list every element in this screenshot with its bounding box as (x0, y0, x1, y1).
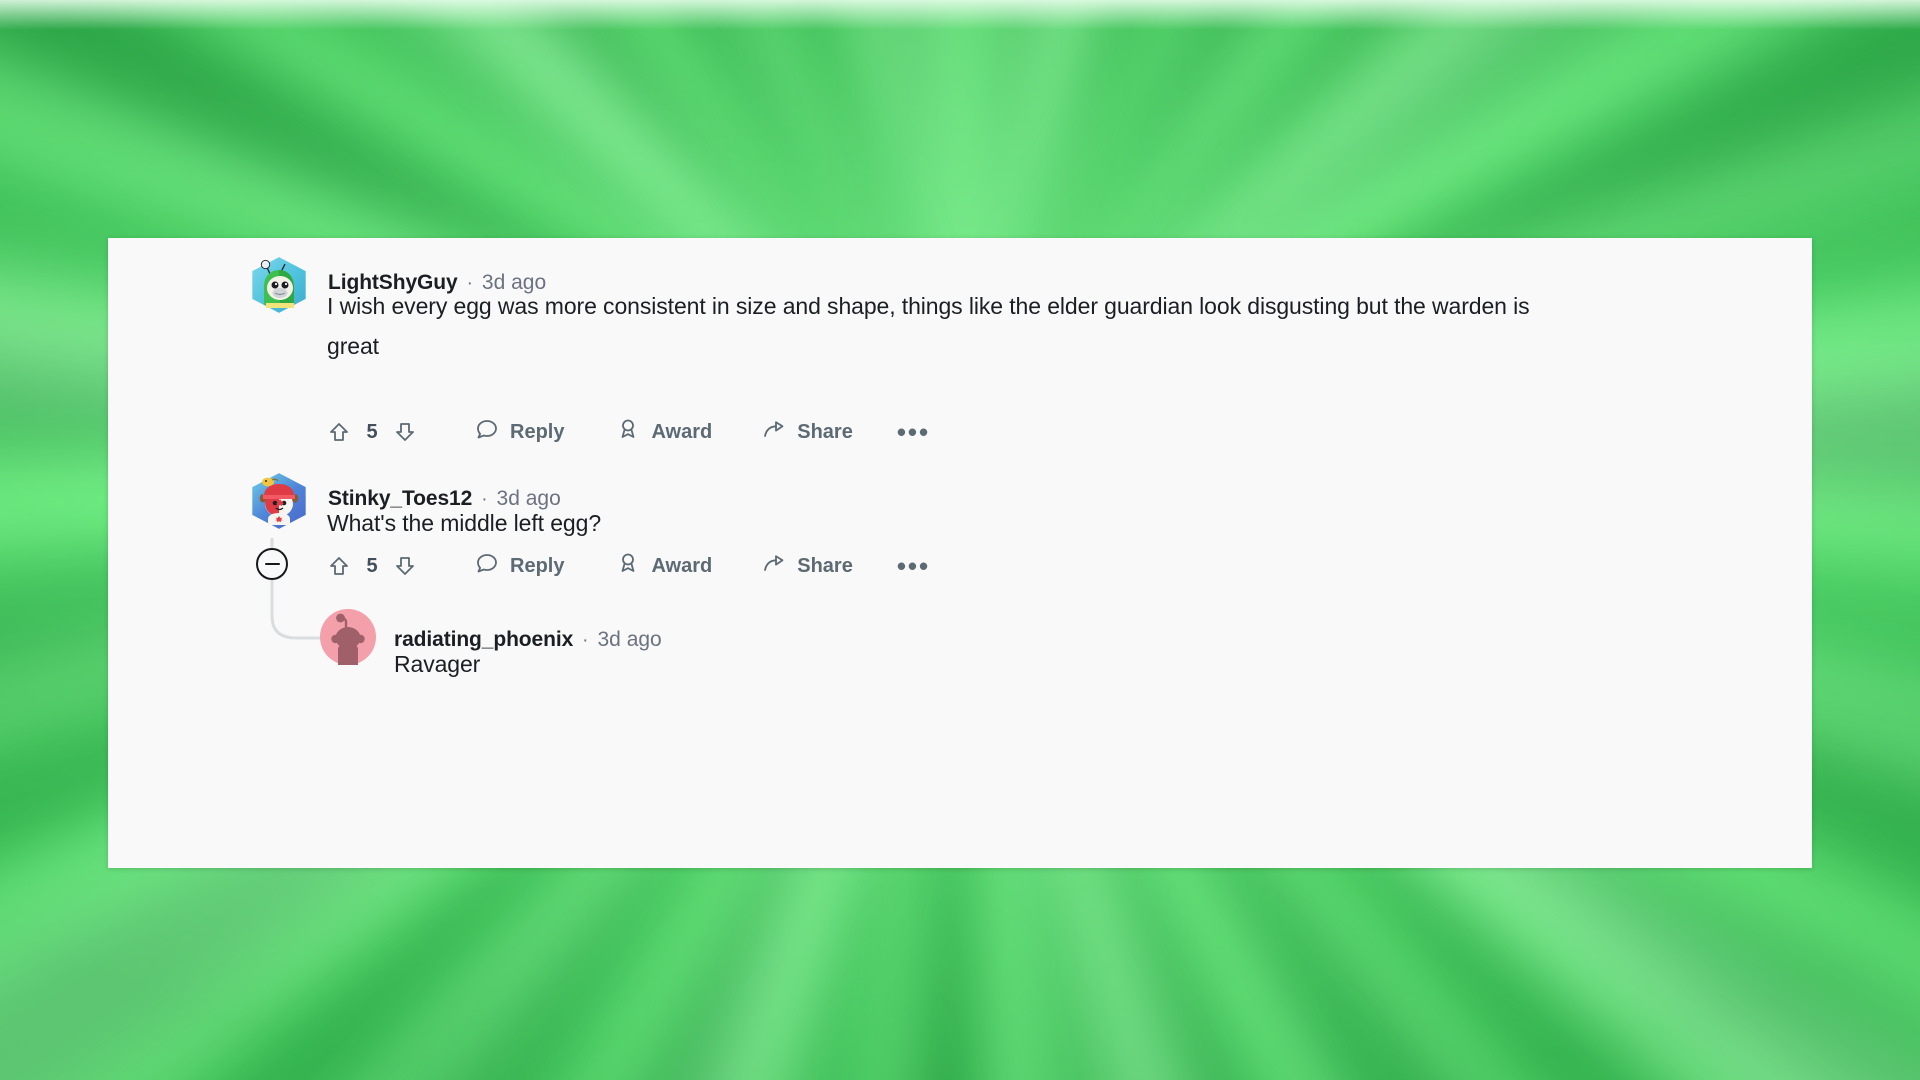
vote-score: 5 (366, 420, 378, 443)
share-arrow-icon (762, 417, 786, 447)
more-options-button[interactable]: ••• (897, 419, 930, 445)
avatar-lightshyguy[interactable] (250, 256, 308, 314)
background-top-fade (0, 0, 1920, 30)
minus-icon (264, 562, 280, 566)
upvote-icon[interactable] (327, 554, 351, 578)
reply-label: Reply (510, 554, 565, 577)
comment-body-radiating-phoenix: Ravager (394, 651, 481, 677)
upvote-icon[interactable] (327, 420, 351, 444)
award-label: Award (651, 420, 713, 443)
share-button[interactable]: Share (762, 551, 853, 581)
vote-score: 5 (366, 554, 378, 577)
downvote-icon[interactable] (393, 420, 417, 444)
share-label: Share (797, 420, 853, 443)
award-button[interactable]: Award (616, 417, 712, 447)
vote-group: 5 (327, 420, 417, 444)
share-label: Share (797, 554, 853, 577)
comment-thread-card: LightShyGuy · 3d ago I wish every egg wa… (108, 238, 1812, 868)
reply-button[interactable]: Reply (475, 551, 564, 581)
vote-group: 5 (327, 554, 417, 578)
comment-body-lightshyguy: I wish every egg was more consistent in … (327, 293, 1530, 359)
award-ribbon-icon (616, 551, 640, 581)
reply-button[interactable]: Reply (475, 417, 564, 447)
more-options-button[interactable]: ••• (897, 553, 930, 579)
share-button[interactable]: Share (762, 417, 853, 447)
award-label: Award (651, 554, 713, 577)
downvote-icon[interactable] (393, 554, 417, 578)
award-button[interactable]: Award (616, 551, 712, 581)
avatar-radiating-phoenix[interactable] (320, 609, 376, 665)
collapse-thread-button[interactable] (256, 548, 288, 580)
comment-body-stinky-toes12: What's the middle left egg? (327, 510, 602, 536)
comment-actions-stinky-toes12: 5 Reply Award Share ••• (327, 548, 930, 584)
share-arrow-icon (762, 551, 786, 581)
comment-bubble-icon (475, 551, 499, 581)
comment-bubble-icon (475, 417, 499, 447)
avatar-stinky-toes12[interactable] (250, 472, 308, 530)
reply-label: Reply (510, 420, 565, 443)
comment-actions-lightshyguy: 5 Reply Award Share ••• (327, 414, 930, 450)
award-ribbon-icon (616, 417, 640, 447)
